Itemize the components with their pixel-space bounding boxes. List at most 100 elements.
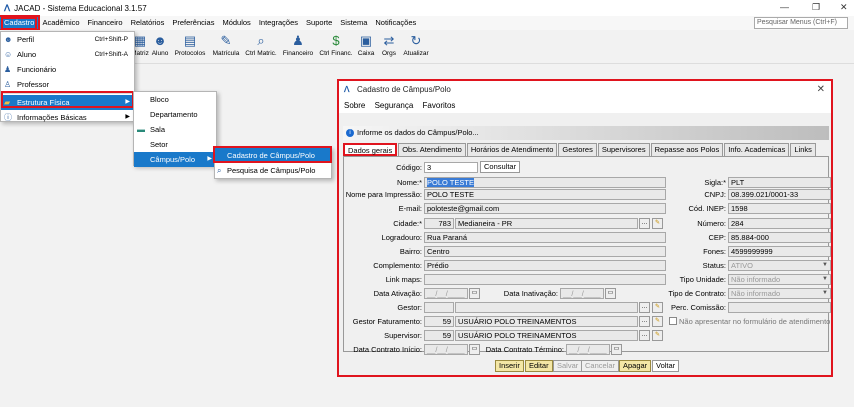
gestor-label: Gestor:	[397, 303, 422, 312]
calendar-icon[interactable]: ▭	[611, 344, 622, 355]
menu-item-bloco[interactable]: Bloco	[134, 92, 216, 107]
menu-item-departamento[interactable]: Departamento	[134, 107, 216, 122]
minimize-button[interactable]: —	[780, 2, 789, 12]
ellipsis-button[interactable]: …	[639, 218, 650, 229]
calendar-icon[interactable]: ▭	[469, 288, 480, 299]
gestor-code-field[interactable]	[424, 302, 454, 313]
refresh-icon: ↻	[410, 33, 422, 48]
cnpj-field[interactable]: 08.399.021/0001-33	[728, 189, 831, 200]
close-button[interactable]: ✕	[840, 2, 848, 13]
edit-pencil-icon[interactable]: ✎	[652, 302, 663, 313]
tab-supervisores[interactable]: Supervisores	[597, 143, 650, 156]
dialog-close-icon[interactable]: ✕	[817, 81, 825, 99]
menu-academico[interactable]: Acadêmico	[38, 17, 83, 29]
inserir-button[interactable]: Inserir	[495, 360, 524, 372]
menu-notificacoes[interactable]: Notificações	[371, 17, 420, 29]
cidade-code-field[interactable]: 783	[424, 218, 454, 229]
tab-links[interactable]: Links	[790, 143, 816, 156]
tab-repasse-polos[interactable]: Repasse aos Polos	[650, 143, 724, 156]
toolbar-matricula-button[interactable]: ✎ Matrícula	[208, 32, 244, 57]
data-contrato-inicio-field[interactable]: __/__/____	[424, 344, 468, 355]
menu-sobre[interactable]: Sobre	[344, 101, 365, 110]
menu-item-perfil[interactable]: ☻ Perfil Ctrl+Shift-P	[1, 32, 134, 47]
email-field[interactable]: poloteste@gmail.com	[424, 203, 666, 214]
sigla-field[interactable]: PLT	[728, 177, 831, 188]
search-menus-input[interactable]: Pesquisar Menus (Ctrl+F)	[754, 17, 848, 29]
window-title: JACAD - Sistema Educacional 3.1.57	[14, 3, 147, 13]
numero-field[interactable]: 284	[728, 218, 831, 229]
nao-apresentar-checkbox[interactable]	[669, 317, 677, 325]
editar-button[interactable]: Editar	[525, 360, 553, 372]
toolbar-protocolos-button[interactable]: ▤ Protocolos	[172, 32, 208, 57]
logradouro-label: Logradouro:	[381, 233, 422, 242]
consultar-button[interactable]: Consultar	[480, 161, 521, 173]
menu-suporte[interactable]: Suporte	[302, 17, 336, 29]
complemento-field[interactable]: Prédio	[424, 260, 666, 271]
menu-integracoes[interactable]: Integrações	[255, 17, 302, 29]
perc-comissao-field[interactable]	[728, 302, 831, 313]
data-ativacao-field[interactable]: __/__/____	[424, 288, 468, 299]
calendar-icon[interactable]: ▭	[605, 288, 616, 299]
cancelar-button[interactable]: Cancelar	[581, 360, 620, 372]
menu-item-pesquisa-campus[interactable]: ⌕ Pesquisa de Câmpus/Polo	[215, 163, 331, 178]
menu-item-informacoes-basicas[interactable]: ⓘ Informações Básicas ▶	[1, 110, 134, 125]
gestor-faturamento-field[interactable]: USUÁRIO POLO TREINAMENTOS	[455, 316, 638, 327]
edit-pencil-icon[interactable]: ✎	[652, 316, 663, 327]
apagar-button[interactable]: Apagar	[619, 360, 652, 372]
ellipsis-button[interactable]: …	[639, 316, 650, 327]
nome-impressao-field[interactable]: POLO TESTE	[424, 189, 666, 200]
menu-modulos[interactable]: Módulos	[218, 17, 254, 29]
toolbar-atualizar-button[interactable]: ↻ Atualizar	[398, 32, 434, 57]
annotation-highlight	[1, 17, 37, 30]
nome-field[interactable]: POLO TESTE	[424, 177, 666, 188]
gestor-field[interactable]	[455, 302, 638, 313]
menu-item-aluno[interactable]: ☺ Aluno Ctrl+Shift-A	[1, 47, 134, 62]
salvar-button[interactable]: Salvar	[553, 360, 583, 372]
data-inativacao-field[interactable]: __/__/____	[560, 288, 604, 299]
menu-financeiro[interactable]: Financeiro	[84, 17, 127, 29]
tab-gestores[interactable]: Gestores	[558, 143, 597, 156]
calendar-icon[interactable]: ▭	[469, 344, 480, 355]
tab-dados-gerais[interactable]: Dados gerais	[343, 143, 398, 156]
menu-item-campus-polo[interactable]: Câmpus/Polo ▶	[134, 152, 216, 167]
edit-pencil-icon[interactable]: ✎	[652, 330, 663, 341]
menu-item-setor[interactable]: Setor	[134, 137, 216, 152]
cod-inep-field[interactable]: 1598	[728, 203, 831, 214]
ellipsis-button[interactable]: …	[639, 302, 650, 313]
tab-info-academicas[interactable]: Info. Academicas	[724, 143, 790, 156]
tipo-contrato-select[interactable]: Não informado ▼	[728, 288, 831, 299]
edit-pencil-icon[interactable]: ✎	[652, 218, 663, 229]
voltar-button[interactable]: Voltar	[652, 360, 680, 372]
supervisor-code-field[interactable]: 59	[424, 330, 454, 341]
toolbar-ctrl-matric-button[interactable]: ⌕ Ctrl Matric.	[243, 32, 279, 57]
ellipsis-button[interactable]: …	[639, 330, 650, 341]
menu-favoritos[interactable]: Favoritos	[423, 101, 456, 110]
logradouro-field[interactable]: Rua Paraná	[424, 232, 666, 243]
gestor-faturamento-code-field[interactable]: 59	[424, 316, 454, 327]
maximize-button[interactable]: ❐	[812, 2, 820, 13]
fones-field[interactable]: 4599999999	[728, 246, 831, 257]
tab-obs-atendimento[interactable]: Obs. Atendimento	[398, 143, 466, 156]
supervisor-field[interactable]: USUÁRIO POLO TREINAMENTOS	[455, 330, 638, 341]
menu-sistema[interactable]: Sistema	[336, 17, 371, 29]
toolbar-financeiro-button[interactable]: ♟ Financeiro	[280, 32, 316, 57]
menu-item-sala[interactable]: ▬ Sala	[134, 122, 216, 137]
finance-user-icon: ♟	[292, 33, 304, 48]
cep-label: CEP:	[708, 233, 726, 242]
cidade-field[interactable]: Medianeira - PR	[455, 218, 638, 229]
menu-item-funcionario[interactable]: ♟ Funcionário	[1, 62, 134, 77]
status-select[interactable]: ATIVO ▼	[728, 260, 831, 271]
tab-horarios-atendimento[interactable]: Horários de Atendimento	[466, 143, 558, 156]
dialog-title: Cadastro de Câmpus/Polo	[357, 85, 451, 94]
bairro-field[interactable]: Centro	[424, 246, 666, 257]
menu-preferencias[interactable]: Preferências	[168, 17, 218, 29]
menu-relatorios[interactable]: Relatórios	[127, 17, 169, 29]
codigo-field[interactable]: 3	[424, 162, 478, 173]
tipo-unidade-select[interactable]: Não informado ▼	[728, 274, 831, 285]
data-contrato-termino-field[interactable]: __/__/____	[566, 344, 610, 355]
cep-field[interactable]: 85.884-000	[728, 232, 831, 243]
link-maps-field[interactable]	[424, 274, 666, 285]
menu-seguranca[interactable]: Segurança	[375, 101, 414, 110]
bairro-label: Bairro:	[399, 247, 422, 256]
menu-item-professor[interactable]: ♙ Professor	[1, 77, 134, 92]
